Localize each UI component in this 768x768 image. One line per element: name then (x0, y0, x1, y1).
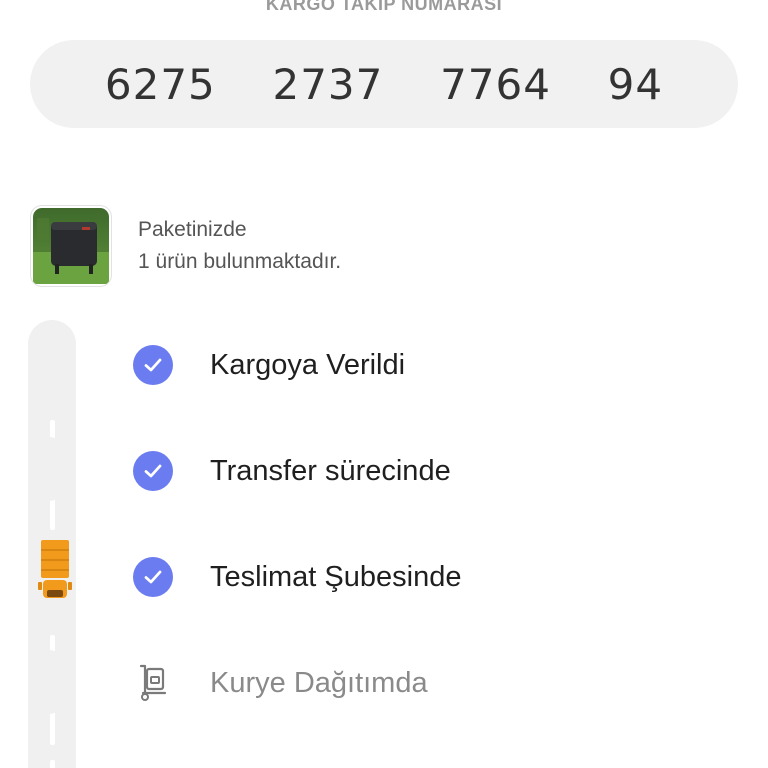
tracking-number-label: KARGO TAKİP NUMARASI (265, 0, 503, 14)
product-image[interactable] (30, 205, 112, 287)
step-kargoya-verildi: Kargoya Verildi (132, 343, 405, 387)
step-kurye-dagitimda: Kurye Dağıtımda (132, 661, 428, 705)
step-teslimat-subesinde: Teslimat Şubesinde (132, 555, 461, 599)
step-transfer-surecinde: Transfer sürecinde (132, 449, 451, 493)
courier-icon (139, 664, 167, 701)
step-label: Kurye Dağıtımda (210, 666, 428, 699)
step-label: Teslimat Şubesinde (210, 560, 462, 593)
rail-marker (34, 650, 64, 714)
delivery-truck-icon (38, 540, 72, 598)
tracking-number-box[interactable]: 6275 2737 7764 94 (30, 40, 738, 128)
check-icon (133, 557, 173, 597)
tracking-number: 6275 2737 7764 94 (104, 59, 664, 109)
rail-marker (34, 437, 64, 501)
step-label: Transfer sürecinde (210, 454, 451, 487)
package-summary[interactable]: Paketinizde 1 ürün bulunmaktadır. (30, 205, 341, 287)
product-image-drawing (33, 208, 109, 284)
package-info-line1: Paketinizde (138, 218, 247, 241)
step-label: Kargoya Verildi (210, 348, 406, 381)
shipment-tracking-screen: KARGO TAKİP NUMARASI 6275 2737 7764 94 P… (0, 0, 768, 768)
rail-dash (50, 760, 55, 768)
package-info: Paketinizde 1 ürün bulunmaktadır. (138, 214, 341, 278)
rail-marker (34, 330, 64, 394)
check-icon (133, 345, 173, 385)
check-icon (133, 451, 173, 491)
package-info-line2: 1 ürün bulunmaktadır. (138, 250, 342, 273)
